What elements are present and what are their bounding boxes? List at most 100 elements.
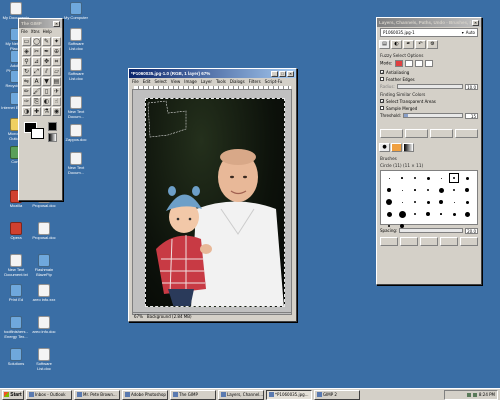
tool-airbrush-icon[interactable]: ✈ [52, 87, 61, 96]
desktop-icon[interactable]: toolfinishers - Energy Tex... [2, 316, 30, 342]
brush-preset[interactable] [384, 197, 394, 207]
brush-preset[interactable] [397, 197, 407, 207]
brush-preset[interactable] [449, 173, 459, 183]
image-menu-item[interactable]: Script-Fu [265, 79, 283, 84]
tab-layers[interactable]: ▤ [379, 40, 390, 49]
duplicate-brush-button[interactable] [420, 237, 438, 246]
tool-select-ellipse-icon[interactable]: ◯ [32, 37, 41, 46]
delete-brush-button[interactable] [440, 237, 458, 246]
toolbox-window[interactable]: The GIMP × File Xtns Help ▭ ◯ ✎ ✦ ◈ ✂ ✒ ⊕ ⚲ ⊿ ✥ ⌗ ↻ ⤢… [18, 18, 63, 201]
restore-options-button[interactable] [405, 129, 428, 138]
brush-preset[interactable] [397, 209, 407, 219]
reset-options-button[interactable] [455, 129, 478, 138]
antialiasing-checkbox[interactable]: ✓ [380, 70, 384, 75]
mode-intersect-button[interactable] [425, 60, 434, 67]
tool-measure-icon[interactable]: ⊿ [32, 57, 41, 66]
toolbox-menu-xtns[interactable]: Xtns [31, 29, 40, 34]
auto-button[interactable]: Auto [466, 30, 475, 35]
tool-select-color-icon[interactable]: ◈ [22, 47, 31, 56]
brush-preset[interactable] [410, 173, 420, 183]
image-window[interactable]: *P1060035.jpg-1.0 (RGB, 1 layer) 67% _ □… [128, 68, 297, 322]
start-button[interactable]: Start [2, 389, 24, 400]
tab-paths[interactable]: ✒ [403, 40, 414, 49]
image-menu-item[interactable]: Image [184, 79, 197, 84]
tool-select-rect-icon[interactable]: ▭ [22, 37, 31, 46]
image-menu-item[interactable]: View [171, 79, 181, 84]
taskbar-button[interactable]: GIMP 2 [314, 389, 360, 400]
toolbox-menu-file[interactable]: File [21, 29, 28, 34]
image-titlebar[interactable]: *P1060035.jpg-1.0 (RGB, 1 layer) 67% _ □… [129, 69, 296, 78]
tab-channels[interactable]: ◐ [391, 40, 402, 49]
dock-window[interactable]: Layers, Channels, Paths, Undo - Brushes,… [376, 17, 482, 285]
tool-flip-icon[interactable]: ⇋ [22, 77, 31, 86]
desktop-icon[interactable]: Opera [2, 222, 30, 248]
brush-preset[interactable] [423, 173, 433, 183]
tool-paintbrush-icon[interactable]: 🖌 [32, 87, 41, 96]
mode-add-button[interactable] [404, 60, 413, 67]
volume-icon[interactable] [466, 392, 471, 397]
tool-crop-icon[interactable]: ⌗ [52, 57, 61, 66]
tab-undo[interactable]: ↶ [415, 40, 426, 49]
brush-preset[interactable] [384, 209, 394, 219]
brush-preset[interactable] [449, 185, 459, 195]
image-selector[interactable]: P1060035.jpg-1 ▾ Auto [380, 28, 478, 37]
tool-convolve-icon[interactable]: ◐ [42, 97, 51, 106]
close-icon[interactable]: × [287, 70, 294, 77]
clock[interactable]: 8:24 PM [479, 392, 495, 397]
tab-tool-options[interactable]: ⚙ [427, 40, 438, 49]
tool-zoom-icon[interactable]: ⚲ [22, 57, 31, 66]
taskbar-button[interactable]: Mr. Pete Brown... [74, 389, 120, 400]
antialiasing-option[interactable]: ✓ Antialiasing [380, 69, 478, 75]
brush-preset[interactable] [384, 221, 394, 231]
network-icon[interactable] [472, 392, 477, 397]
image-menu-item[interactable]: Select [154, 79, 166, 84]
minimize-icon[interactable]: _ [271, 70, 278, 77]
desktop-icon[interactable]: Software List.doc [62, 28, 90, 54]
desktop-icon[interactable]: Zappos.doc [62, 124, 90, 150]
radius-slider[interactable]: Radius: 10.0 [380, 83, 478, 90]
radius-value[interactable]: 10.0 [465, 83, 478, 90]
tab-brushes[interactable]: ● [379, 143, 390, 152]
edit-brush-button[interactable] [380, 237, 398, 246]
tool-smudge-icon[interactable]: ☝ [52, 97, 61, 106]
desktop-icon[interactable]: Print Ed [2, 284, 30, 310]
select-transparent-checkbox[interactable]: ✓ [380, 99, 384, 104]
taskbar-button[interactable]: The GIMP [170, 389, 216, 400]
desktop-icon[interactable]: My Computer [62, 2, 90, 28]
threshold-track[interactable] [403, 113, 463, 118]
tool-text-icon[interactable]: A [32, 77, 41, 86]
tool-picker-icon[interactable]: ⚗ [42, 107, 51, 116]
desktop-icon[interactable]: New Text Docum... [62, 152, 90, 178]
brush-preset[interactable] [423, 209, 433, 219]
brush-preset[interactable] [449, 197, 459, 207]
spacing-slider[interactable]: Spacing: 20.0 [380, 227, 478, 234]
tool-bucket-fill-icon[interactable]: ▼ [42, 77, 51, 86]
brush-preset[interactable] [397, 185, 407, 195]
brush-preset[interactable] [384, 185, 394, 195]
zoom-level[interactable]: 67% [134, 314, 143, 319]
brush-preset[interactable] [449, 209, 459, 219]
image-menu-item[interactable]: File [132, 79, 139, 84]
sample-merged-checkbox[interactable] [380, 106, 384, 110]
brush-preset[interactable] [397, 173, 407, 183]
gradient-indicator[interactable] [48, 133, 57, 142]
tool-blend-icon[interactable]: ▤ [52, 77, 61, 86]
brush-preset[interactable] [423, 185, 433, 195]
tool-ink-icon[interactable]: ✑ [22, 97, 31, 106]
tool-scissors-icon[interactable]: ✂ [32, 47, 41, 56]
threshold-value[interactable]: 15 [465, 112, 478, 119]
threshold-slider[interactable]: Threshold: 15 [380, 112, 478, 119]
tool-paths-icon[interactable]: ✒ [42, 47, 51, 56]
toolbox-titlebar[interactable]: The GIMP × [19, 19, 62, 28]
tool-eraser-icon[interactable]: ▯ [42, 87, 51, 96]
brush-preset[interactable] [462, 185, 472, 195]
mode-replace-button[interactable] [394, 60, 403, 67]
tab-gradients[interactable] [403, 143, 414, 152]
photo-canvas[interactable] [145, 98, 285, 307]
brush-preset[interactable] [462, 173, 472, 183]
dock-titlebar[interactable]: Layers, Channels, Paths, Undo - Brushes,… [377, 18, 481, 27]
tool-dodge-icon[interactable]: ◑ [22, 107, 31, 116]
tool-fuzzy-select-icon[interactable]: ✦ [52, 37, 61, 46]
select-transparent-option[interactable]: ✓ Select Transparent Areas [380, 98, 478, 104]
desktop-icon[interactable]: Flashmain BlazeFtp [30, 254, 58, 280]
